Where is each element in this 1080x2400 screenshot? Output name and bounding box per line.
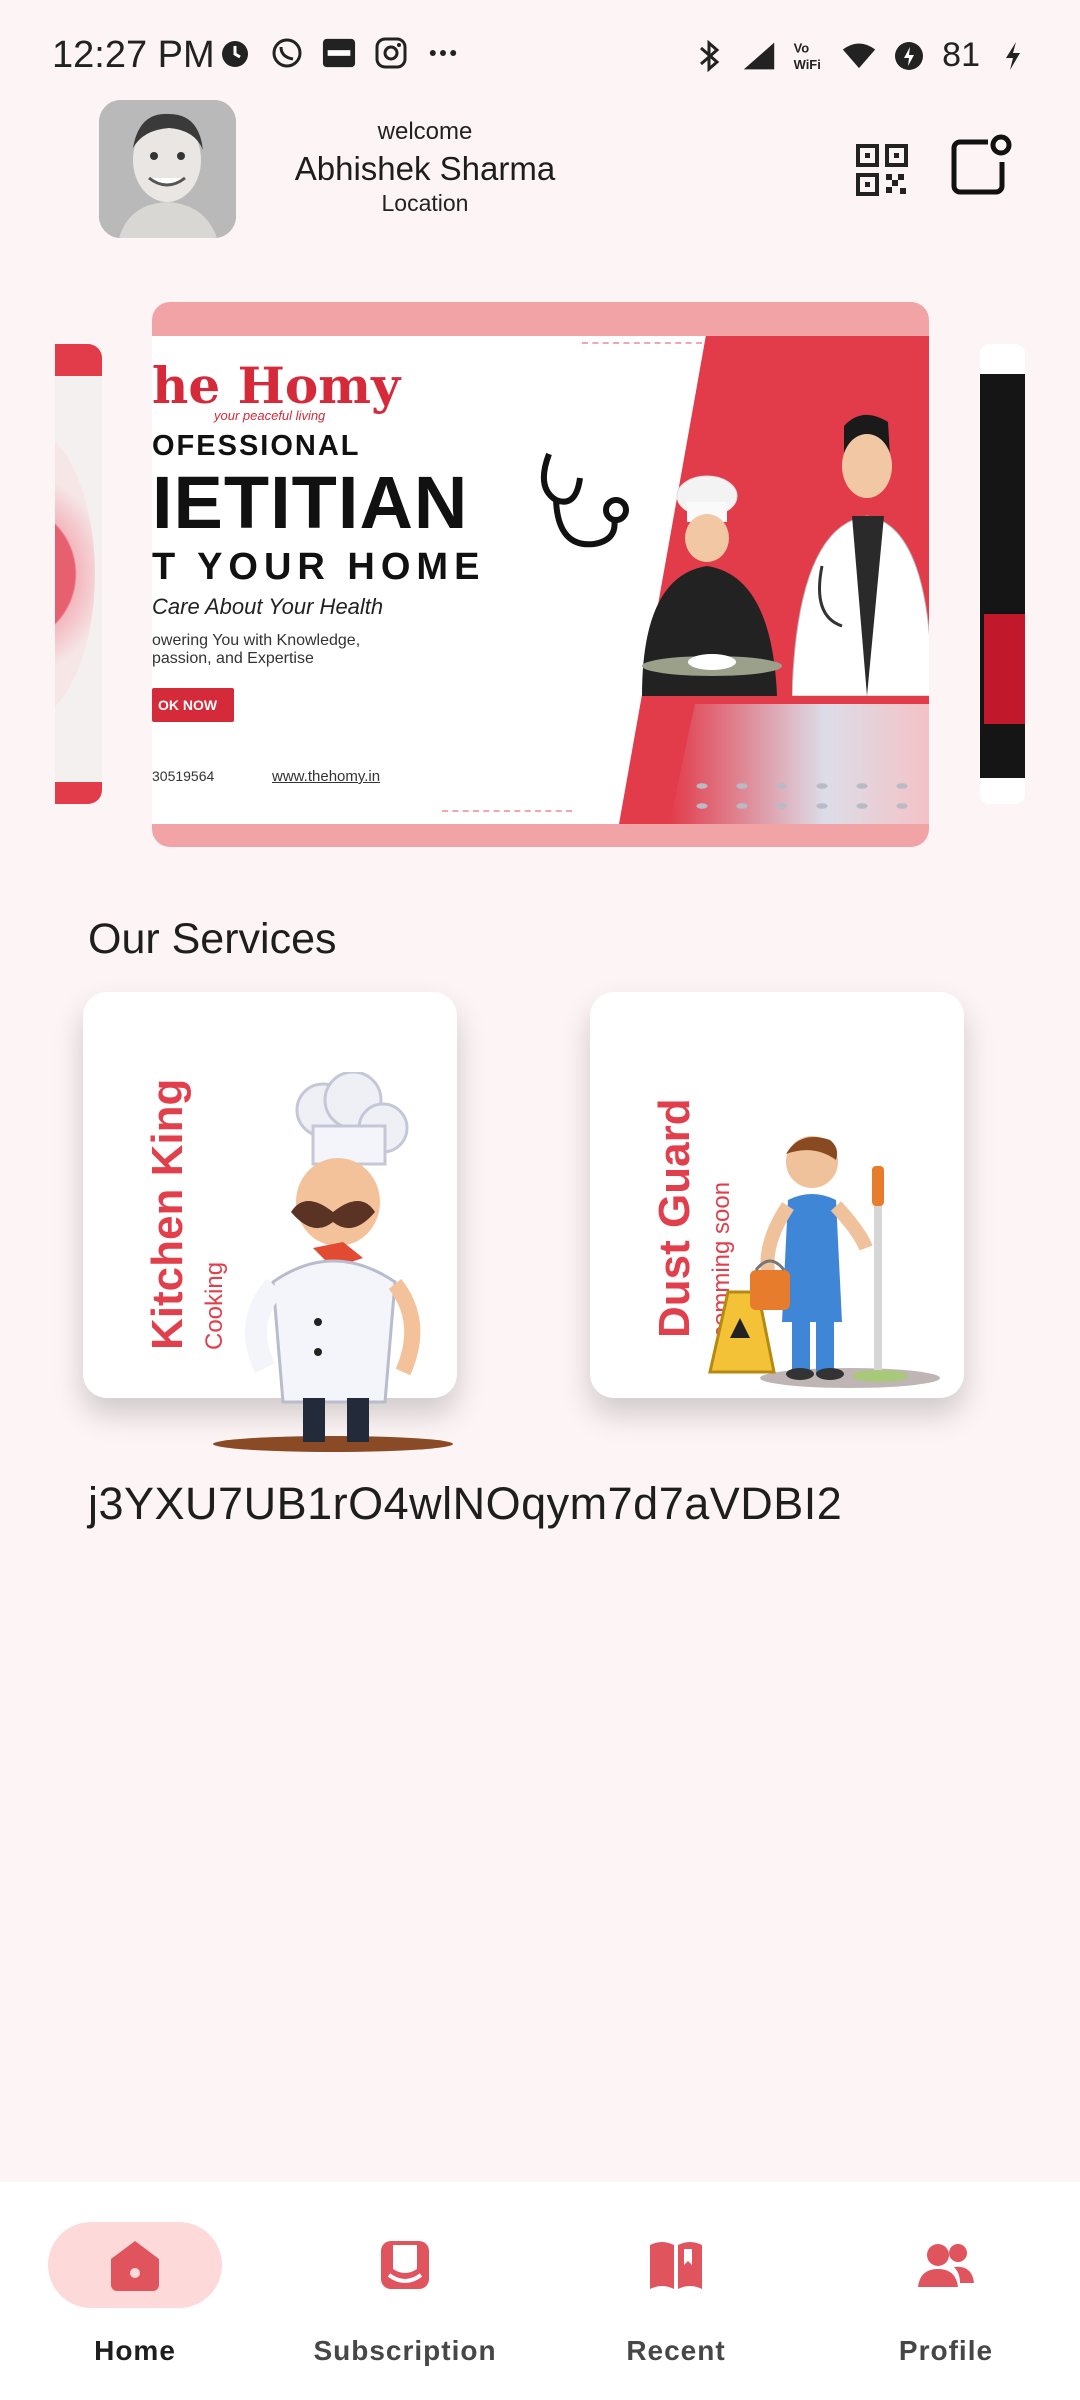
wifi-icon [842,39,876,73]
service-name: Kitchen King [143,1078,192,1350]
nav-subscription[interactable]: Subscription [295,2222,515,2372]
data-saver-icon [892,39,926,73]
banner-website: www.thehomy.in [272,768,381,785]
share-notification-icon[interactable] [948,132,1014,198]
subscription-icon [381,2241,429,2289]
user-token: j3YXU7UB1rO4wlNOqym7d7aVDBI2 [88,1478,843,1529]
banner-line-dietitian: IETITIAN [152,461,469,544]
nav-profile[interactable]: Profile [836,2222,1056,2372]
chef-icon [213,1072,453,1452]
banner-brand: he Homy [152,356,401,415]
status-bar: 12:27 PM Vo WiFi 81 [0,0,1080,110]
status-right-icons: Vo WiFi 81 [692,36,1030,75]
status-time: 12:27 PM [52,34,215,76]
whatsapp-icon [270,36,304,70]
charging-icon [996,39,1030,73]
nav-label: Subscription [313,2335,497,2366]
nav-home[interactable]: Home [25,2222,245,2372]
vowifi-icon: Vo WiFi [792,39,826,73]
nav-recent[interactable]: Recent [566,2222,786,2372]
svg-text:Vo: Vo [794,40,810,55]
cleaner-icon [708,1136,940,1388]
paytm-icon [322,36,356,70]
banner-content: he Homy your peaceful living OFESSIONAL … [152,336,929,824]
service-card-kitchen-king[interactable]: Kitchen King Cooking [83,992,457,1452]
home-icon [111,2241,159,2291]
carousel-next-card[interactable] [980,344,1025,804]
banner-line-care: Care About Your Health [152,594,384,619]
status-left-icons [218,36,460,70]
promo-banner[interactable]: he Homy your peaceful living OFESSIONAL … [152,302,929,847]
bottom-nav: Home Subscription Recent Profile [0,2182,1080,2400]
qr-code-icon[interactable] [856,144,908,196]
banner-line-sub2: passion, and Expertise [152,650,314,667]
nav-label: Profile [898,2335,994,2366]
bluetooth-icon [692,39,726,73]
welcome-block: welcome Abhishek Sharma Location [270,118,580,217]
banner-line-professional: OFESSIONAL [152,430,361,462]
banner-tagline: your peaceful living [214,408,326,423]
banner-line-sub1: owering You with Knowledge, [152,632,361,649]
svg-text:WiFi: WiFi [794,56,821,71]
signal-icon [742,39,776,73]
alarm-icon [218,36,252,70]
welcome-label: welcome [377,118,473,145]
battery-level: 81 [942,36,980,74]
profile-people-icon [918,2244,974,2287]
carousel-prev-card[interactable] [55,344,102,804]
location-label[interactable]: Location [270,190,580,217]
chef-illustration [642,475,782,696]
doctor-illustration [792,414,929,696]
banner-cta-button[interactable]: OK NOW [152,688,234,722]
more-dots-icon [426,36,460,70]
banner-phone: 30519564 [152,768,215,784]
avatar[interactable] [99,100,236,238]
services-title: Our Services [88,915,337,963]
service-card-dust-guard[interactable]: Dust Guard comming soon [590,992,964,1398]
user-name: Abhishek Sharma [294,150,556,187]
nav-label: Home [94,2335,176,2366]
instagram-icon [374,36,408,70]
banner-line-home: T YOUR HOME [152,546,486,588]
nav-label: Recent [626,2335,726,2366]
recent-book-icon [650,2242,702,2289]
